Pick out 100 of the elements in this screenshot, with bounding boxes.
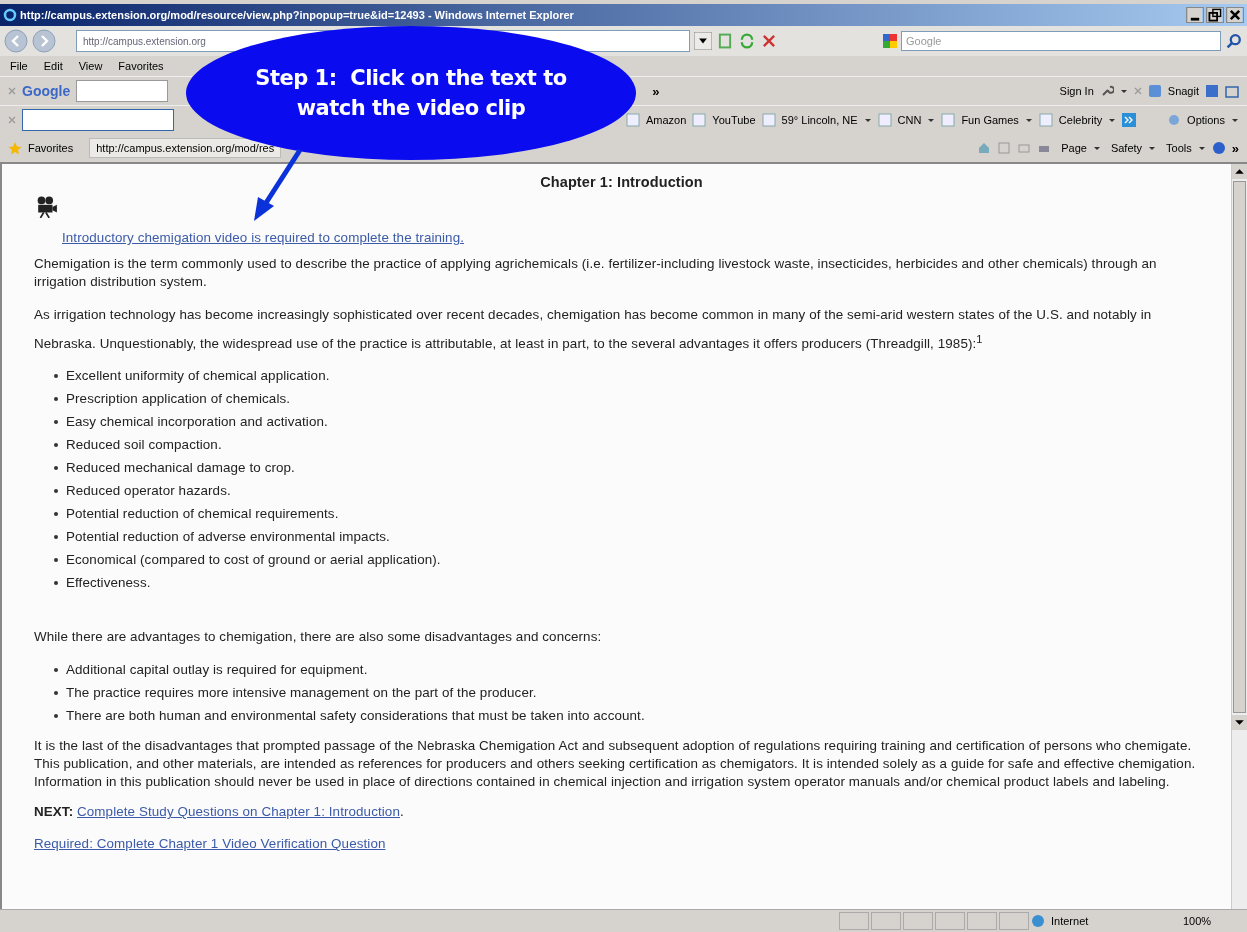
caret-icon[interactable]	[863, 116, 872, 124]
bullet-icon	[54, 667, 58, 672]
browser-tab[interactable]: http://campus.extension.org/mod/res	[89, 138, 282, 158]
paragraph: Chemigation is the term commonly used to describe the practice of applying agrichemicals (i.e. fertilizer-including livestock waste, insecticides, herbicides and other chemicals) through an irrigation distribution system.	[34, 255, 1158, 291]
back-button[interactable]	[4, 29, 28, 53]
list-item: Prescription application of chemicals.	[66, 390, 291, 409]
page-title: Chapter 1: Introduction	[539, 174, 704, 190]
callout-text: watch the video clip	[296, 96, 526, 120]
window-icon[interactable]	[1225, 84, 1239, 98]
list-item: There are both human and environmental safety considerations that must be taken into account.	[66, 707, 645, 726]
list-item: Reduced operator hazards.	[66, 482, 231, 501]
menu-item[interactable]: Edit	[43, 60, 63, 72]
list-item: Economical (compared to cost of ground or aerial application).	[66, 551, 441, 570]
favorites-button[interactable]: Favorites	[28, 142, 74, 154]
list-item: Additional capital outlay is required for equipment.	[66, 661, 368, 680]
caret-icon[interactable]	[1197, 144, 1206, 152]
zoom-level[interactable]: 100%	[1173, 915, 1243, 927]
command-menu[interactable]: Page	[1061, 142, 1087, 154]
security-zone: Internet	[1050, 915, 1090, 927]
status-pane	[935, 912, 965, 930]
search-icon[interactable]	[1225, 32, 1243, 50]
bullet-icon	[54, 465, 58, 470]
toolbar-search-field[interactable]	[76, 80, 169, 102]
window-title: http://campus.extension.org/mod/resource/view.php?inpopup=true&id=12493 - Windows Internet Explorer	[20, 9, 574, 21]
bookmark-link[interactable]: YouTube	[712, 114, 756, 126]
dropdown-button[interactable]	[694, 32, 712, 50]
search-provider-icon	[883, 34, 897, 48]
stop-icon[interactable]	[760, 32, 778, 50]
bookmark-link[interactable]: Fun Games	[961, 114, 1019, 126]
study-questions-link[interactable]: Complete Study Questions on Chapter 1: Introduction	[77, 804, 400, 820]
list-item: Easy chemical incorporation and activation.	[66, 413, 328, 432]
bookmark-link[interactable]: CNN	[897, 114, 922, 126]
bookmark-icon[interactable]	[1038, 113, 1053, 127]
list-item: Reduced soil compaction.	[66, 436, 222, 455]
close-icon[interactable]	[8, 87, 16, 95]
scrollbar-thumb[interactable]	[1233, 181, 1246, 713]
scroll-down-button[interactable]	[1232, 715, 1247, 730]
callout-text: Step 1: Click on the text to	[255, 66, 567, 90]
minimize-button[interactable]	[1186, 7, 1204, 23]
bullet-icon	[54, 373, 58, 378]
menu-item[interactable]: Favorites	[118, 60, 164, 72]
bookmark-icon[interactable]	[941, 113, 956, 127]
menu-item[interactable]: File	[10, 60, 28, 72]
scroll-up-button[interactable]	[1232, 164, 1247, 179]
paragraph: While there are advantages to chemigation, there are also some disadvantages and concerns:	[34, 628, 603, 647]
status-pane	[903, 912, 933, 930]
more-button[interactable]: »	[1231, 140, 1239, 156]
bullet-icon	[54, 713, 58, 718]
close-icon[interactable]	[1133, 87, 1142, 95]
bullet-icon	[54, 557, 58, 562]
close-button[interactable]	[1226, 7, 1244, 23]
sign-in-link[interactable]: Sign In	[1059, 85, 1094, 97]
toolbar-search-field[interactable]	[22, 109, 174, 131]
video-link[interactable]: Introductory chemigation video is required to complete the training.	[62, 230, 465, 245]
bookmark-link[interactable]: 59° Lincoln, NE	[781, 114, 858, 126]
command-menu[interactable]: Safety	[1110, 142, 1143, 154]
next-label: NEXT:	[34, 804, 74, 820]
star-icon	[8, 141, 22, 155]
bullet-icon	[54, 396, 58, 401]
close-icon[interactable]	[8, 116, 16, 124]
caret-icon[interactable]	[1119, 87, 1128, 95]
verification-question-link[interactable]: Required: Complete Chapter 1 Video Verification Question	[34, 836, 386, 852]
more-button[interactable]: »	[652, 83, 660, 99]
caret-icon[interactable]	[1092, 144, 1101, 152]
snagit-button[interactable]: Snagit	[1167, 85, 1199, 97]
bullet-icon	[54, 534, 58, 539]
movie-camera-icon	[36, 196, 58, 218]
paragraph: As irrigation technology has become increasingly sophisticated over recent decades, chemigation has become common in many of the semi-arid western states of the U.S. and notably in Nebraska. Unquestionably, the widespread use of the practice is attributable, at least in part, to the several advantages it offers producers (Threadgill, 1985):$^{1}$	[34, 306, 1153, 354]
caret-icon[interactable]	[927, 116, 936, 124]
period: .	[399, 804, 404, 820]
bookmark-link[interactable]: Amazon	[646, 114, 687, 126]
bookmark-icon[interactable]	[692, 113, 707, 127]
more-links-icon[interactable]	[1122, 113, 1137, 127]
options-button[interactable]: Options	[1187, 114, 1225, 126]
menu-item[interactable]: View	[78, 60, 103, 72]
caret-icon[interactable]	[1148, 144, 1157, 152]
bookmark-link[interactable]: Celebrity	[1058, 114, 1103, 126]
bookmark-icon[interactable]	[626, 113, 640, 127]
bullet-icon	[54, 442, 58, 447]
google-logo: Google	[22, 83, 71, 99]
bullet-icon	[54, 419, 58, 424]
window-icon[interactable]	[1205, 84, 1219, 98]
refresh-icon[interactable]	[738, 32, 756, 50]
restore-button[interactable]	[1206, 7, 1224, 23]
forward-button[interactable]	[32, 29, 56, 53]
caret-icon[interactable]	[1108, 116, 1117, 124]
list-item: Potential reduction of adverse environmental impacts.	[66, 528, 390, 547]
search-field[interactable]: Google	[901, 31, 1221, 51]
bullet-icon	[54, 488, 58, 493]
list-item: Effectiveness.	[66, 574, 151, 593]
status-pane	[967, 912, 997, 930]
caret-icon[interactable]	[1231, 116, 1239, 124]
bookmark-icon[interactable]	[761, 113, 776, 127]
command-menu[interactable]: Tools	[1166, 142, 1192, 154]
home-icon[interactable]	[977, 141, 992, 155]
bullet-icon	[54, 511, 58, 516]
bookmark-icon[interactable]	[877, 113, 892, 127]
caret-icon[interactable]	[1024, 116, 1033, 124]
bullet-icon	[54, 580, 58, 585]
paragraph: It is the last of the disadvantages that prompted passage of the Nebraska Chemigation Act and subsequent adoption of regulations requiring training and certification of persons who chemigate. This publication, and other materials, are intended as references for producers and others seeking certification as chemigators. It is intended solely as a guide for safe and effective chemigation. Information in this publication should never be used in place of directions contained in chemical injection and irrigation system operator manuals and/or chemical product labels and labeling.	[34, 737, 1197, 792]
